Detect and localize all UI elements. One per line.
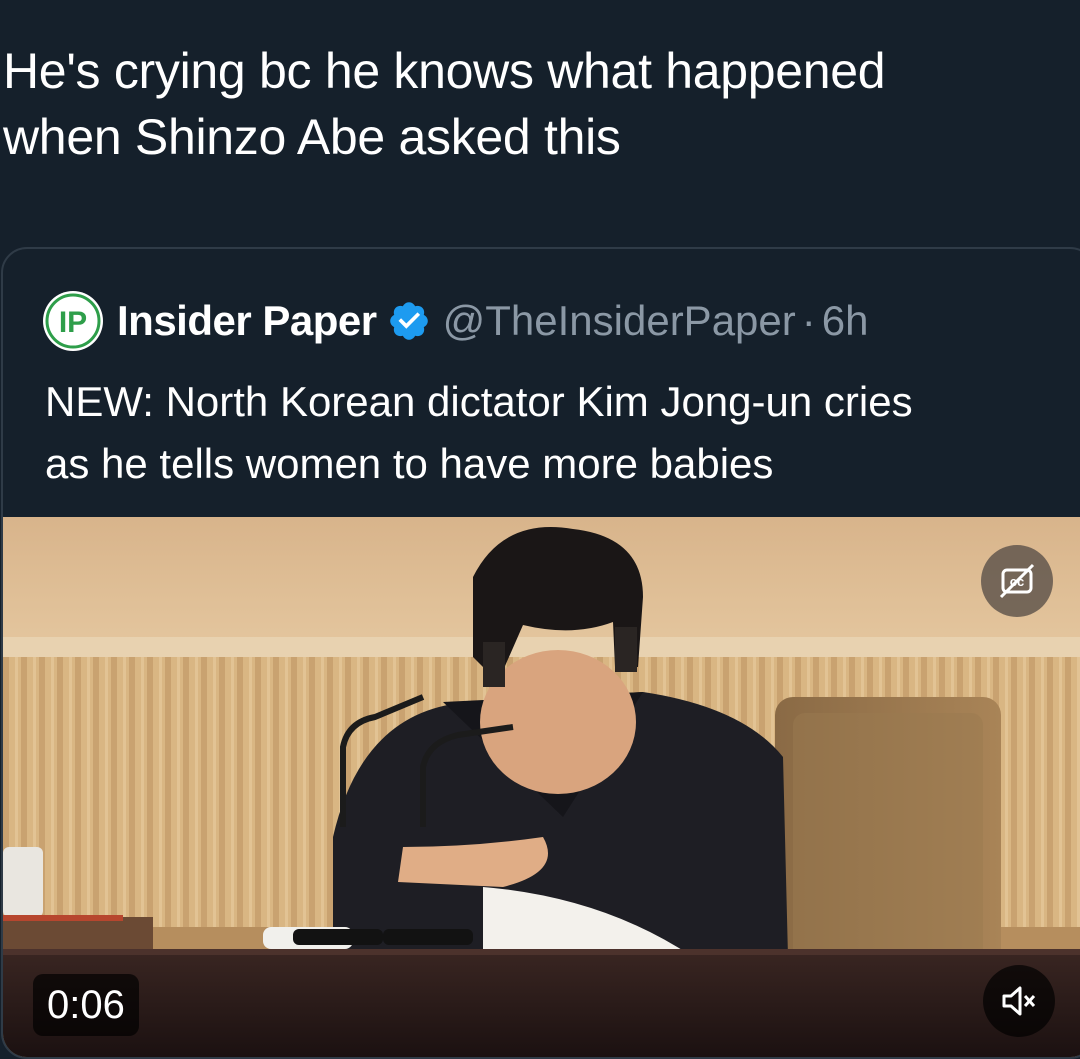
- quoted-tweet-text-line-1: NEW: North Korean dictator Kim Jong-un c…: [45, 378, 913, 425]
- avatar-text: IP: [59, 306, 87, 339]
- quoted-tweet-card[interactable]: IP Insider Paper @TheInsiderPaper · 6h N…: [1, 247, 1080, 1059]
- verified-badge-icon: [389, 302, 428, 340]
- insider-paper-logo-icon: IP: [44, 292, 102, 350]
- video-duration: 0:06: [33, 974, 139, 1036]
- quoted-tweet-header: IP Insider Paper @TheInsiderPaper · 6h: [43, 289, 868, 353]
- captions-button[interactable]: cc: [981, 545, 1053, 617]
- tweet-text-line-2: when Shinzo Abe asked this: [3, 109, 621, 165]
- video-player[interactable]: cc 0:06: [3, 517, 1080, 1057]
- post-time[interactable]: 6h: [822, 297, 869, 345]
- author-handle[interactable]: @TheInsiderPaper: [443, 297, 796, 345]
- tweet-text: He's crying bc he knows what happened wh…: [3, 38, 1063, 170]
- quoted-tweet-text-line-2: as he tells women to have more babies: [45, 440, 774, 487]
- mute-button[interactable]: [983, 965, 1055, 1037]
- quoted-tweet-text: NEW: North Korean dictator Kim Jong-un c…: [45, 371, 1045, 495]
- video-frame: [3, 517, 1080, 1057]
- speaker-muted-icon: [1002, 986, 1036, 1016]
- tweet-text-line-1: He's crying bc he knows what happened: [3, 43, 886, 99]
- avatar[interactable]: IP: [43, 291, 103, 351]
- author-name[interactable]: Insider Paper: [117, 297, 377, 345]
- captions-off-icon: cc: [999, 563, 1035, 599]
- separator-dot: ·: [801, 297, 816, 344]
